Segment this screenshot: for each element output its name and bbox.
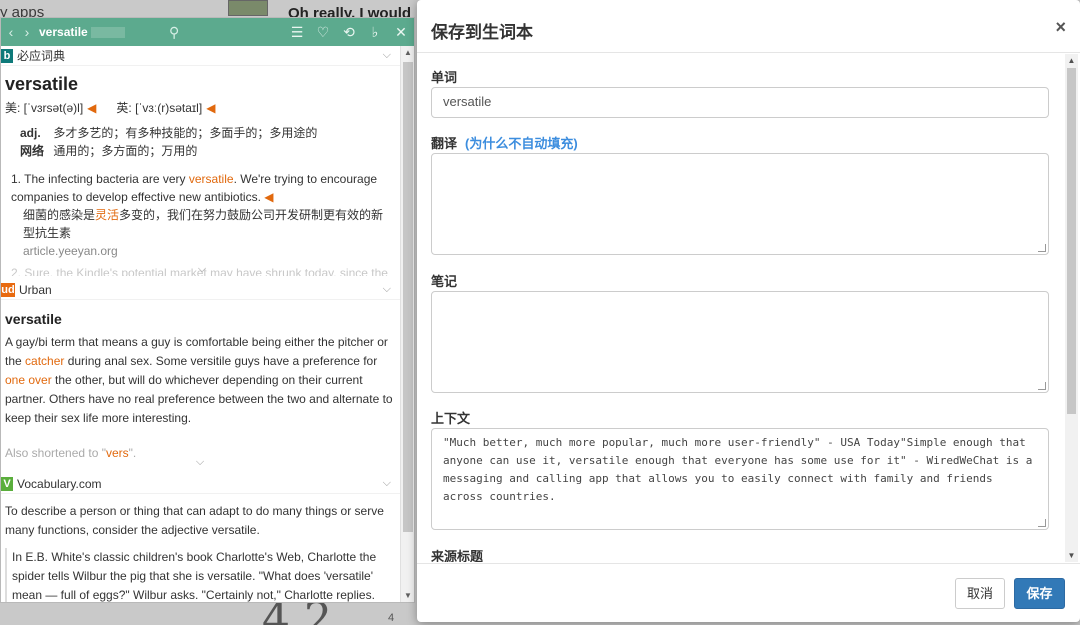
translation-hint-link[interactable]: (为什么不自动填充) xyxy=(465,136,578,151)
save-button[interactable]: 保存 xyxy=(1014,578,1065,609)
pos-label: 网络 xyxy=(20,144,45,158)
example-sentence: 1. The infecting bacteria are very versa… xyxy=(11,170,393,206)
urban-link-one-over[interactable]: one over xyxy=(5,373,52,387)
vocab-section-header[interactable]: V Vocabulary.com ⌵ xyxy=(1,474,401,494)
history-icon[interactable]: ⟲ xyxy=(336,24,362,41)
pos-label: adj. xyxy=(20,126,41,140)
dictionary-toolbar: ‹ › versatile ⚲ ☰ ♡ ⟲ ♭ ✕ xyxy=(1,18,414,46)
dialog-title: 保存到生词本 xyxy=(431,23,533,42)
menu-icon[interactable]: ☰ xyxy=(284,24,310,41)
dialog-body[interactable]: 单词 versatile 翻译 (为什么不自动填充) 笔记 上下文 "Much b… xyxy=(417,54,1065,562)
translation-label: 翻译 (为什么不自动填充) xyxy=(431,133,578,152)
translation-highlight: 灵活 xyxy=(95,208,120,222)
vocab-description: To describe a person or thing that can a… xyxy=(5,504,384,537)
sentence-speaker-icon[interactable]: ◀ xyxy=(264,190,273,204)
definition-row: adj. 多才多艺的；有多种技能的；多面手的；多用途的 xyxy=(20,124,401,142)
dictionary-content[interactable]: b 必应词典 ⌵ versatile 美: [ˈvɜrsət(ə)l] ◀ 英:… xyxy=(1,46,401,602)
urban-link-catcher[interactable]: catcher xyxy=(25,354,64,368)
dialog-footer: 取消 保存 xyxy=(417,563,1080,622)
word-label: 单词 xyxy=(431,70,458,85)
resize-grip-icon[interactable] xyxy=(1038,519,1046,527)
scrollbar-thumb[interactable] xyxy=(1067,68,1076,414)
cancel-button[interactable]: 取消 xyxy=(955,578,1005,609)
us-phonetic: 美: [ˈvɜrsət(ə)l] xyxy=(5,101,84,115)
bing-logo-icon: b xyxy=(1,48,13,63)
context-value: "Much better, much more popular, much mo… xyxy=(443,436,1040,503)
search-input-field[interactable] xyxy=(91,26,125,38)
search-icon[interactable]: ⚲ xyxy=(169,24,179,41)
example-translation: 细菌的感染是灵活多变的，我们在努力鼓励公司开发研制更有效的新型抗生素 xyxy=(11,206,393,242)
urban-text-part: during anal sex. Some versitile guys hav… xyxy=(64,354,378,368)
urban-logo-icon: ud xyxy=(1,282,15,297)
resize-grip-icon[interactable] xyxy=(1038,244,1046,252)
bing-source-label: 必应词典 xyxy=(17,49,66,63)
scroll-up-icon[interactable]: ▲ xyxy=(1065,56,1078,65)
definition-text: 通用的；多方面的；万用的 xyxy=(53,144,198,158)
forward-arrow-icon[interactable]: › xyxy=(19,24,35,40)
notes-textarea[interactable] xyxy=(431,291,1049,393)
sentence-highlight: versatile xyxy=(188,172,234,186)
definitions: adj. 多才多艺的；有多种技能的；多面手的；多用途的 网络 通用的；多方面的；… xyxy=(1,116,401,160)
context-textarea[interactable]: "Much better, much more popular, much mo… xyxy=(431,428,1049,530)
chevron-down-icon[interactable]: ⌵ xyxy=(383,477,391,490)
dictionary-panel: ‹ › versatile ⚲ ☰ ♡ ⟲ ♭ ✕ b 必应词典 ⌵ versa… xyxy=(0,17,415,603)
urban-source-label: Urban xyxy=(19,282,52,297)
example-sentences: 1. The infecting bacteria are very versa… xyxy=(1,160,401,278)
bing-word: versatile xyxy=(5,74,79,94)
definition-row: 网络 通用的；多方面的；万用的 xyxy=(20,142,401,160)
pin-icon[interactable]: ♭ xyxy=(362,24,388,41)
shortened-text: ". xyxy=(128,446,137,460)
translation-textarea[interactable] xyxy=(431,153,1049,255)
us-speaker-icon[interactable]: ◀ xyxy=(87,101,96,115)
urban-definition: versatile A gay/bi term that means a guy… xyxy=(1,300,401,472)
scroll-down-icon[interactable]: ▼ xyxy=(401,591,415,600)
word-input[interactable]: versatile xyxy=(431,87,1049,118)
bing-section-header[interactable]: b 必应词典 ⌵ xyxy=(1,46,401,66)
close-icon[interactable]: ✕ xyxy=(388,24,414,41)
notes-label: 笔记 xyxy=(431,274,458,289)
background-page-number: 4 xyxy=(388,612,395,624)
urban-word: versatile xyxy=(5,311,62,327)
background-avatar xyxy=(228,0,268,16)
dialog-scrollbar[interactable]: ▲ ▼ xyxy=(1065,54,1078,562)
scroll-down-icon[interactable]: ▼ xyxy=(1065,551,1078,560)
urban-section-header[interactable]: ud Urban ⌵ xyxy=(1,280,401,300)
translation-text: 细菌的感染是 xyxy=(23,208,96,222)
source-title-label: 来源标题 xyxy=(431,549,484,562)
vocab-logo-icon: V xyxy=(1,476,13,491)
sentence-source[interactable]: article.yeeyan.org xyxy=(11,242,393,260)
scroll-up-icon[interactable]: ▲ xyxy=(401,48,415,57)
definition-text: 多才多艺的；有多种技能的；多面手的；多用途的 xyxy=(53,126,318,140)
shortened-text: Also shortened to " xyxy=(5,446,106,460)
chevron-down-icon[interactable]: ⌵ xyxy=(383,49,391,62)
uk-speaker-icon[interactable]: ◀ xyxy=(206,101,215,115)
heart-icon[interactable]: ♡ xyxy=(310,24,336,41)
dictionary-scrollbar[interactable]: ▲ ▼ xyxy=(400,46,414,602)
dialog-header: 保存到生词本 × xyxy=(417,0,1080,53)
sentence-text: 1. The infecting bacteria are very xyxy=(11,172,189,186)
translation-label-text: 翻译 xyxy=(431,136,458,151)
urban-text: A gay/bi term that means a guy is comfor… xyxy=(5,333,395,428)
dictionary-search-input[interactable]: versatile xyxy=(39,24,159,41)
search-value: versatile xyxy=(39,25,88,39)
vocab-quote: In E.B. White's classic children's book … xyxy=(5,548,401,602)
chevron-down-icon[interactable]: ⌵ xyxy=(383,283,391,296)
scrollbar-thumb[interactable] xyxy=(403,62,413,532)
pronunciations: 美: [ˈvɜrsət(ə)l] ◀ 英: [ˈvɜː(r)sətaɪl] ◀ xyxy=(1,95,401,116)
toolbar-icons: ☰ ♡ ⟲ ♭ ✕ xyxy=(284,24,414,41)
save-to-wordbook-dialog: 保存到生词本 × 单词 versatile 翻译 (为什么不自动填充) 笔记 上下… xyxy=(417,0,1080,622)
close-icon[interactable]: × xyxy=(1055,17,1066,38)
resize-grip-icon[interactable] xyxy=(1038,382,1046,390)
back-arrow-icon[interactable]: ‹ xyxy=(3,24,19,40)
uk-phonetic: 英: [ˈvɜː(r)sətaɪl] xyxy=(116,101,203,115)
vocab-source-label: Vocabulary.com xyxy=(17,476,102,491)
urban-text-part: the other, but will do whichever dependi… xyxy=(5,373,393,425)
shortened-link[interactable]: vers xyxy=(106,446,129,460)
context-label: 上下文 xyxy=(431,411,471,426)
